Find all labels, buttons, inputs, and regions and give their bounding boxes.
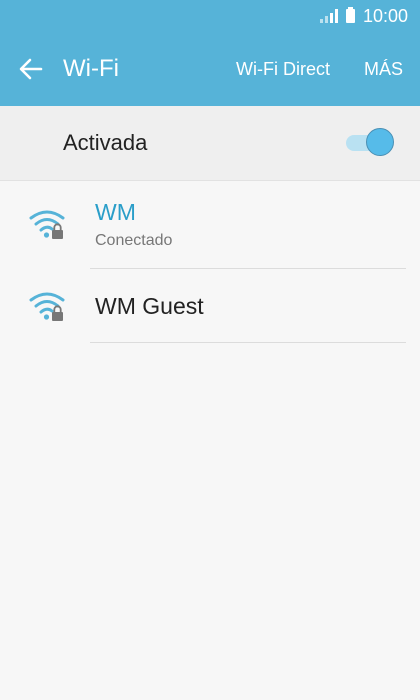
battery-icon [345,7,355,23]
wifi-direct-button[interactable]: Wi-Fi Direct [236,58,330,80]
back-button[interactable] [16,54,46,84]
divider [90,342,406,343]
network-name: WM Guest [95,293,204,319]
network-status: Conectado [95,232,173,249]
status-bar: 10:00 [0,0,420,32]
wifi-toggle[interactable] [346,128,396,158]
app-bar: Wi-Fi Wi-Fi Direct MÁS [0,32,420,106]
status-icons: 10:00 [319,0,408,32]
master-switch-label: Activada [63,130,148,155]
wifi-lock-icon [29,292,65,321]
network-name: WM [95,199,136,225]
arrow-left-icon [19,58,43,80]
wifi-lock-icon [29,210,65,239]
toggle-knob [366,128,394,156]
more-button[interactable]: MÁS [364,58,403,80]
status-time: 10:00 [362,5,408,26]
network-item-wm-guest[interactable]: WM Guest [0,269,420,343]
page-title: Wi-Fi [63,55,119,82]
signal-icon [319,9,338,23]
wifi-master-switch-row[interactable]: Activada [0,106,420,181]
network-item-wm[interactable]: WM Conectado [0,181,420,269]
